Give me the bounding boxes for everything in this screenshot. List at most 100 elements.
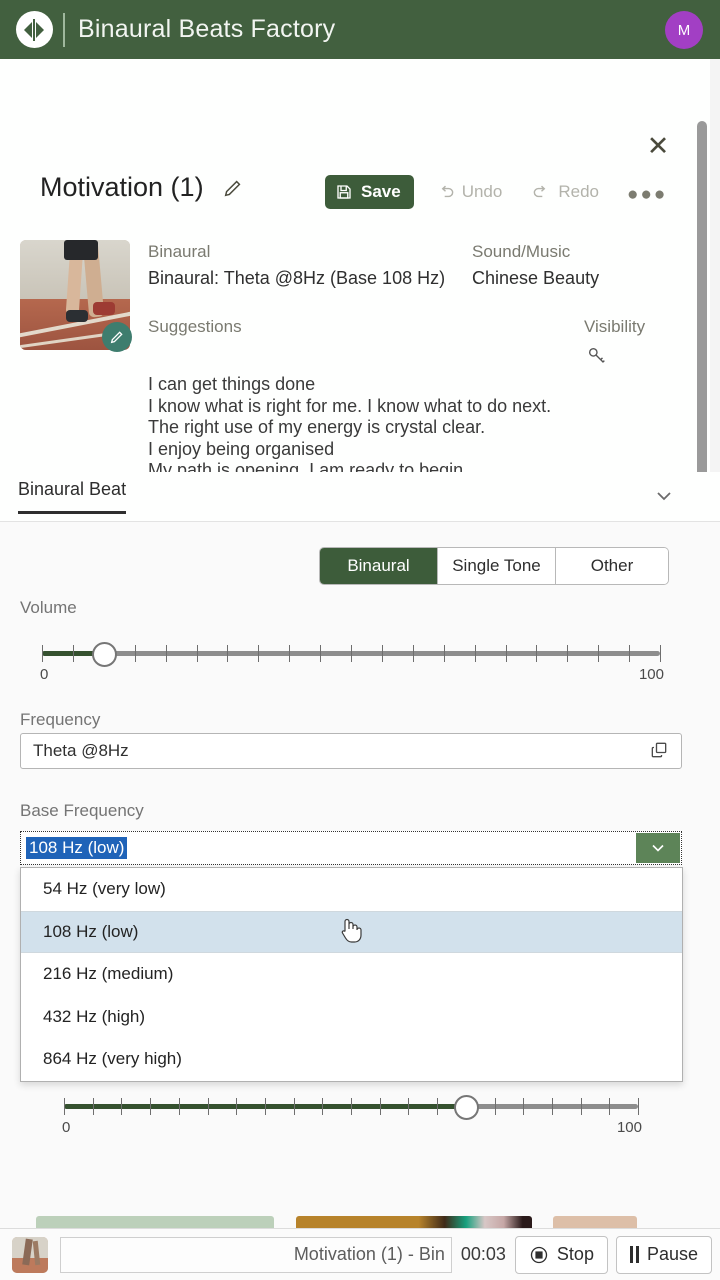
slider-tick [536, 645, 538, 662]
stop-button[interactable]: Stop [514, 1235, 608, 1274]
suggestion-line: The right use of my energy is crystal cl… [148, 417, 486, 437]
slider-tick [134, 645, 136, 662]
volume-thumb[interactable] [91, 642, 117, 667]
base-frequency-selected-value: 108 Hz (low) [26, 837, 128, 859]
key-icon[interactable] [586, 345, 608, 367]
sound-label: Sound/Music [472, 242, 571, 261]
save-button[interactable]: Save [325, 175, 414, 209]
slider-tick [42, 645, 43, 662]
dropdown-option-3[interactable]: 432 Hz (high) [21, 996, 682, 1039]
slider-tick [567, 645, 569, 662]
slider-tick [121, 1098, 123, 1115]
slider-tick [609, 1098, 611, 1115]
select-chevron-down-icon[interactable] [636, 833, 680, 863]
player-bar: Motivation (1) - Bin 00:03 Stop Pause [0, 1228, 720, 1280]
tab-binaural-beat[interactable]: Binaural Beat [18, 479, 127, 514]
type-label: Binaural [148, 242, 211, 261]
player-elapsed-time: 00:03 [460, 1244, 506, 1264]
undo-label: Undo [461, 182, 503, 201]
slider-tick [551, 1098, 553, 1115]
mode-option-single-tone[interactable]: Single Tone [438, 548, 556, 584]
player-thumbnail[interactable] [12, 1236, 48, 1273]
slider-tick [408, 1098, 410, 1115]
suggestion-line: I enjoy being organised [148, 438, 335, 459]
record-details: Binaural Binaural: Theta @8Hz (Base 108 … [148, 242, 688, 503]
pause-icon [629, 1246, 639, 1263]
edit-title-pencil-icon[interactable] [222, 177, 244, 199]
editor-scroll-gutter [710, 59, 720, 521]
header-divider [63, 12, 65, 47]
edit-image-icon[interactable] [102, 322, 132, 352]
chevron-down-icon[interactable] [652, 484, 676, 508]
slider-tick [505, 645, 507, 662]
editor-toolbar: Save Undo Redo ●●● [325, 175, 667, 209]
volume-slider[interactable]: 0 100 [40, 632, 664, 683]
undo-button[interactable]: Undo [428, 175, 511, 209]
visibility-label: Visibility [584, 317, 646, 336]
app-root: Binaural Beats Factory M Motivation (1) … [0, 0, 720, 1280]
slider-tick [474, 645, 476, 662]
base-ticks [64, 1098, 639, 1115]
close-icon[interactable]: ✕ [644, 133, 672, 161]
volume-min-label: 0 [40, 666, 49, 683]
slider-tick [150, 1098, 152, 1115]
pause-button[interactable]: Pause [615, 1235, 712, 1274]
open-external-icon[interactable] [649, 740, 671, 762]
frequency-label: Frequency [20, 710, 101, 729]
slider-tick [92, 1098, 94, 1115]
save-label: Save [361, 182, 401, 201]
slider-tick [381, 645, 383, 662]
slider-tick [412, 645, 414, 662]
editor-panel: Motivation (1) Save Undo Redo ●●● ✕ Bina… [0, 59, 710, 521]
base-frequency-slider[interactable]: 0 100 [62, 1085, 642, 1136]
section-header: Binaural Beat [0, 472, 720, 522]
slider-tick [443, 645, 445, 662]
slider-tick [196, 645, 198, 662]
base-frequency-dropdown: 54 Hz (very low) 108 Hz (low) 216 Hz (me… [20, 867, 683, 1082]
save-icon [335, 183, 353, 201]
slider-tick [351, 645, 352, 662]
slider-tick [523, 1098, 525, 1115]
base-max-label: 100 [616, 1119, 642, 1136]
volume-max-label: 100 [638, 666, 664, 683]
frequency-input[interactable]: Theta @8Hz [20, 733, 682, 769]
slider-tick [320, 645, 322, 662]
mode-segmented-control: Binaural Single Tone Other [320, 548, 668, 584]
mode-option-other[interactable]: Other [556, 548, 668, 584]
dropdown-option-2[interactable]: 216 Hz (medium) [21, 953, 682, 996]
dropdown-option-0[interactable]: 54 Hz (very low) [21, 868, 682, 911]
player-track-title: Motivation (1) - Bin [60, 1236, 452, 1273]
editor-scrollbar[interactable] [697, 121, 707, 499]
slider-tick [437, 1098, 439, 1115]
redo-label: Redo [558, 182, 599, 201]
slider-tick [289, 645, 291, 662]
slider-tick [293, 1098, 295, 1115]
slider-tick [660, 645, 661, 662]
volume-ticks [42, 645, 661, 662]
slider-tick [629, 645, 631, 662]
base-thumb[interactable] [453, 1095, 479, 1120]
avatar[interactable]: M [665, 11, 703, 49]
type-value: Binaural: Theta @8Hz (Base 108 Hz) [148, 268, 446, 288]
volume-label: Volume [20, 598, 77, 617]
app-logo [14, 10, 54, 50]
slider-tick [178, 1098, 180, 1115]
suggestion-line: I know what is right for me. I know what… [148, 395, 552, 416]
title-row: Motivation (1) [40, 172, 244, 203]
mode-option-binaural[interactable]: Binaural [320, 548, 438, 584]
undo-icon [436, 183, 455, 202]
binaural-logo-icon [23, 18, 45, 41]
suggestions-label: Suggestions [148, 317, 242, 336]
stop-label: Stop [556, 1244, 594, 1264]
slider-tick [236, 1098, 238, 1115]
redo-button[interactable]: Redo [524, 175, 607, 209]
slider-tick [264, 1098, 266, 1115]
base-frequency-select[interactable]: 108 Hz (low) [20, 831, 682, 865]
frequency-value: Theta @8Hz [33, 741, 129, 760]
slider-tick [322, 1098, 324, 1115]
slider-tick [72, 645, 74, 662]
more-options-button[interactable]: ●●● [627, 182, 667, 204]
base-frequency-label: Base Frequency [20, 801, 144, 820]
dropdown-option-4[interactable]: 864 Hz (very high) [21, 1038, 682, 1081]
redo-icon [532, 183, 551, 202]
